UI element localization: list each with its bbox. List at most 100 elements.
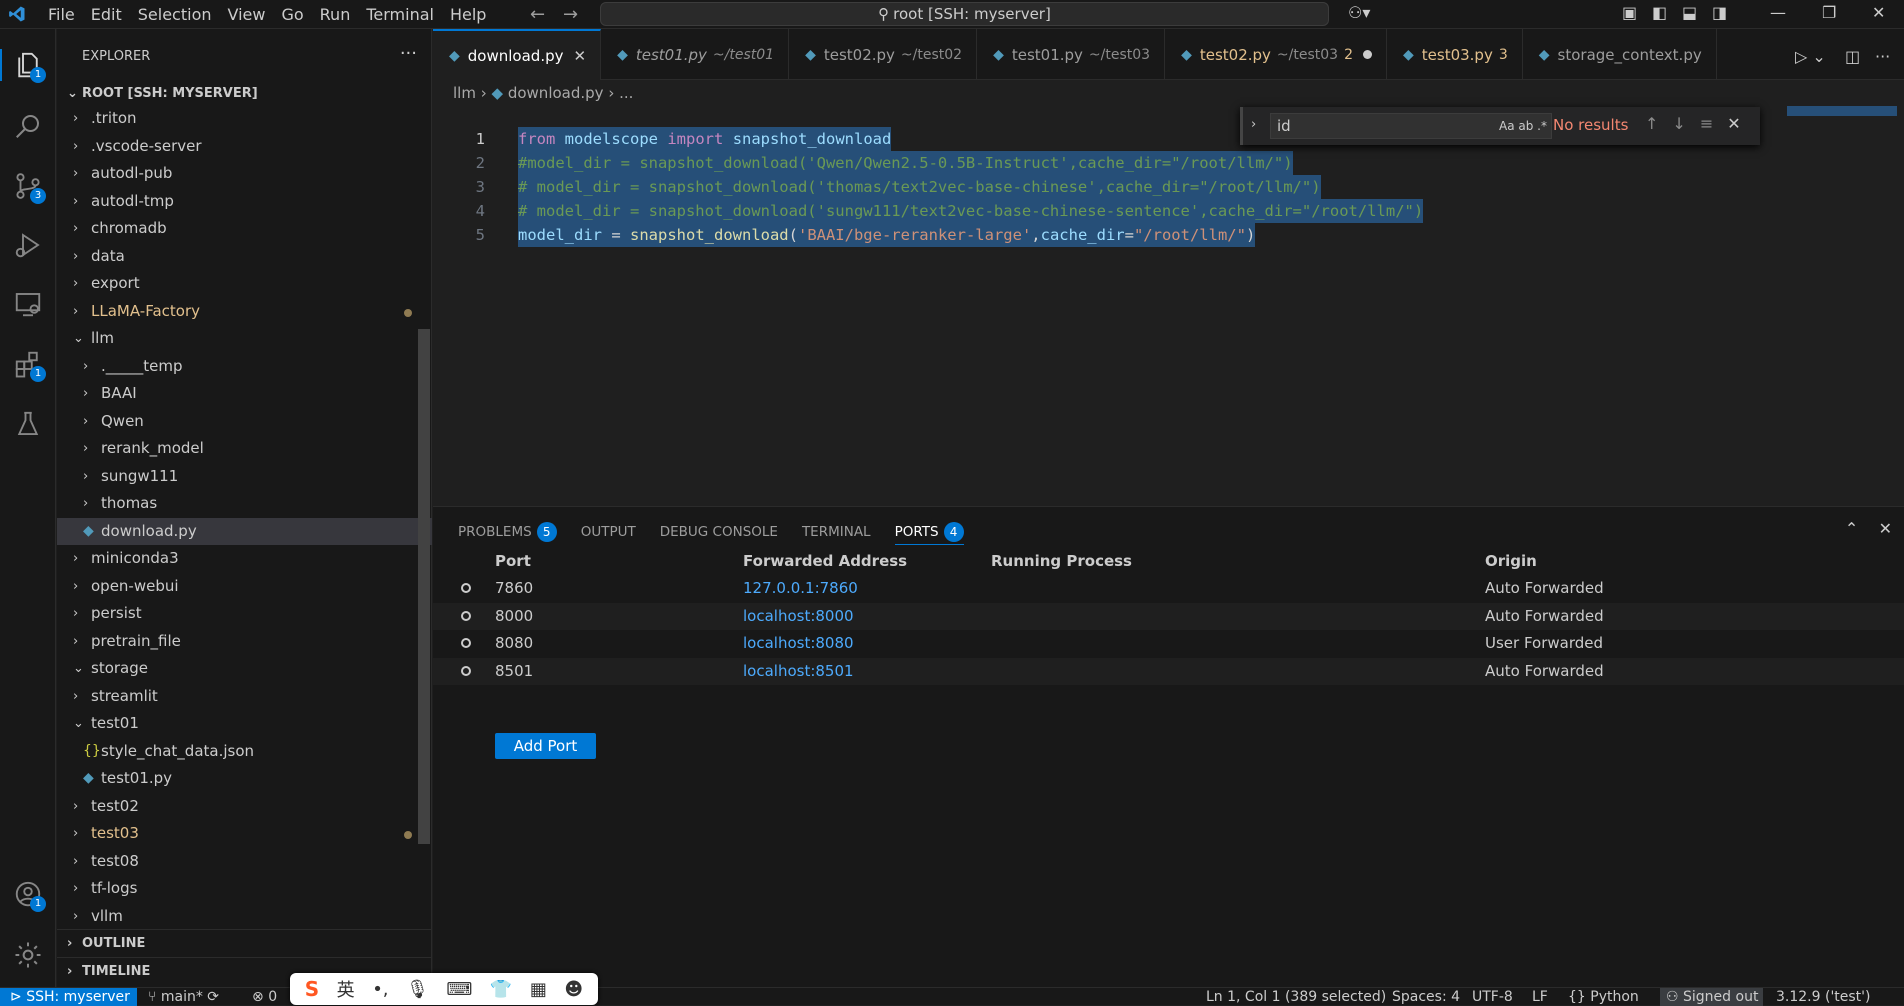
breadcrumb-file[interactable]: download.py [508, 84, 604, 102]
toolbox-icon[interactable]: ▦ [530, 979, 547, 1000]
tree-item[interactable]: › test08 [57, 848, 432, 876]
keyboard-icon[interactable]: ⌨ [446, 979, 472, 1000]
forwarded-address-link[interactable]: localhost:8000 [743, 603, 854, 631]
editor-tab[interactable]: ◆ test02.py ~/test03 2 [1165, 29, 1387, 80]
maximize-panel-icon[interactable]: ⌃ [1845, 519, 1858, 538]
outline-section[interactable]: › OUTLINE [57, 929, 432, 957]
tree-item[interactable]: › test03 [57, 820, 432, 848]
menu-go[interactable]: Go [273, 0, 311, 29]
menu-selection[interactable]: Selection [130, 0, 220, 29]
back-arrow-icon[interactable]: ← [530, 4, 545, 25]
toggle-panel-icon[interactable]: ⬓ [1682, 3, 1697, 22]
menu-help[interactable]: Help [442, 0, 494, 29]
forwarded-address-link[interactable]: 127.0.0.1:7860 [743, 575, 858, 603]
tree-item[interactable]: › tf-logs [57, 875, 432, 903]
tree-item[interactable]: › miniconda3 [57, 545, 432, 573]
sidebar-scrollbar[interactable] [418, 329, 430, 844]
tree-item[interactable]: › export [57, 270, 432, 298]
accounts-icon[interactable]: 1 [8, 874, 48, 914]
more-actions-icon[interactable]: ··· [400, 43, 417, 64]
code-editor[interactable]: 1 from modelscope import snapshot_downloa… [433, 104, 1904, 504]
problems-indicator[interactable]: ⊗ 0 [252, 988, 277, 1006]
tree-item[interactable]: › streamlit [57, 683, 432, 711]
table-row[interactable]: 8501 localhost:8501 Auto Forwarded [433, 657, 1904, 686]
toggle-secondary-sidebar-icon[interactable]: ◨ [1712, 3, 1727, 22]
line-ending[interactable]: LF [1532, 988, 1548, 1006]
language-mode[interactable]: {} Python [1568, 988, 1639, 1006]
forward-arrow-icon[interactable]: → [563, 4, 578, 25]
menu-run[interactable]: Run [312, 0, 359, 29]
breadcrumb-folder[interactable]: llm [453, 84, 476, 102]
toggle-replace-icon[interactable]: › [1251, 117, 1256, 132]
editor-tab[interactable]: ◆ test03.py 3 [1387, 29, 1523, 80]
mascot-icon[interactable]: ☻ [564, 979, 583, 1000]
punctuation-icon[interactable]: •, [372, 979, 388, 1000]
tree-item[interactable]: › Qwen [57, 408, 432, 436]
command-center-search[interactable]: ⚲ root [SSH: myserver] [600, 2, 1329, 26]
editor-tab[interactable]: ◆ test01.py ~/test01 [601, 29, 790, 80]
run-debug-icon[interactable] [8, 225, 48, 265]
panel-tab-problems[interactable]: PROBLEMS 5 [458, 519, 557, 545]
tree-item[interactable]: › autodl-pub [57, 160, 432, 188]
tree-item[interactable]: ⌄ test01 [57, 710, 432, 738]
encoding[interactable]: UTF-8 [1472, 988, 1513, 1006]
editor-tab[interactable]: ◆ download.py ✕ [433, 29, 602, 80]
restore-icon[interactable]: ❐ [1822, 3, 1836, 22]
minimize-icon[interactable]: — [1770, 3, 1786, 22]
copilot-icon[interactable]: ⚇▾ [1348, 3, 1370, 22]
tree-item[interactable]: › chromadb [57, 215, 432, 243]
tree-item[interactable]: › LLaMA-Factory [57, 298, 432, 326]
tree-item[interactable]: › test02 [57, 793, 432, 821]
code-line[interactable]: 5 model_dir = snapshot_download('BAAI/bge… [433, 223, 1904, 247]
editor-tab[interactable]: ◆ storage_context.py [1523, 29, 1717, 80]
menu-edit[interactable]: Edit [83, 0, 130, 29]
unsaved-dot[interactable] [1362, 50, 1372, 59]
panel-tab-output[interactable]: OUTPUT [581, 519, 636, 545]
menu-view[interactable]: View [220, 0, 274, 29]
search-icon[interactable] [8, 106, 48, 146]
tree-item[interactable]: › sungw111 [57, 463, 432, 491]
tree-item[interactable]: › thomas [57, 490, 432, 518]
close-window-icon[interactable]: ✕ [1872, 3, 1885, 22]
ime-language-toggle[interactable]: 英 [337, 976, 355, 1002]
close-icon[interactable]: ✕ [1727, 114, 1754, 133]
tree-item[interactable]: ◆ download.py [57, 517, 432, 545]
remote-indicator[interactable]: ⊳ SSH: myserver [0, 988, 137, 1006]
forwarded-address-link[interactable]: localhost:8501 [743, 658, 854, 686]
tree-item[interactable]: ◆ test01.py [57, 765, 432, 793]
table-row[interactable]: 7860 127.0.0.1:7860 Auto Forwarded [433, 575, 1904, 603]
microphone-icon[interactable]: 🎙 [406, 979, 429, 1000]
editor-tab[interactable]: ◆ test02.py ~/test02 [789, 29, 978, 80]
branch-indicator[interactable]: ⑂ main* ⟳ [148, 988, 219, 1006]
indentation[interactable]: Spaces: 4 [1392, 988, 1460, 1006]
tree-item[interactable]: › BAAI [57, 380, 432, 408]
close-icon[interactable]: ✕ [1879, 519, 1892, 538]
tree-item[interactable]: ⌄ storage [57, 655, 432, 683]
tree-item[interactable]: › pretrain_file [57, 628, 432, 656]
add-port-button[interactable]: Add Port [495, 733, 596, 759]
tree-item[interactable]: ⌄ llm [57, 325, 432, 353]
customize-layout-icon[interactable]: ▣ [1622, 3, 1637, 22]
tree-item[interactable]: › .vscode-server [57, 133, 432, 161]
panel-tab-ports[interactable]: PORTS 4 [894, 519, 964, 545]
find-options[interactable]: Aa ab .* [1499, 114, 1547, 138]
find-input[interactable]: id Aa ab .* [1270, 113, 1552, 139]
code-line[interactable]: 2 #model_dir = snapshot_download('Qwen/Qw… [433, 151, 1904, 175]
workspace-root-header[interactable]: ⌄ ROOT [SSH: MYSERVER] [57, 83, 432, 105]
panel-tab-terminal[interactable]: TERMINAL [802, 519, 871, 545]
toggle-primary-sidebar-icon[interactable]: ◧ [1652, 3, 1667, 22]
gear-icon[interactable] [8, 935, 48, 975]
tree-item[interactable]: › data [57, 243, 432, 271]
menu-file[interactable]: File [40, 0, 83, 29]
tree-item[interactable]: › rerank_model [57, 435, 432, 463]
python-interpreter[interactable]: 3.12.9 ('test') [1776, 988, 1871, 1006]
code-line[interactable]: 3 # model_dir = snapshot_download('thomas… [433, 175, 1904, 199]
tree-item[interactable]: {} style_chat_data.json [57, 738, 432, 766]
forwarded-address-link[interactable]: localhost:8080 [743, 630, 854, 658]
minimap-selection[interactable] [1787, 106, 1897, 116]
testing-icon[interactable] [8, 404, 48, 444]
close-icon[interactable]: ✕ [573, 27, 586, 85]
explorer-icon[interactable]: 1 [0, 45, 48, 85]
table-row[interactable]: 8080 localhost:8080 User Forwarded [433, 630, 1904, 658]
editor-tab[interactable]: ◆ test01.py ~/test03 [977, 29, 1166, 80]
